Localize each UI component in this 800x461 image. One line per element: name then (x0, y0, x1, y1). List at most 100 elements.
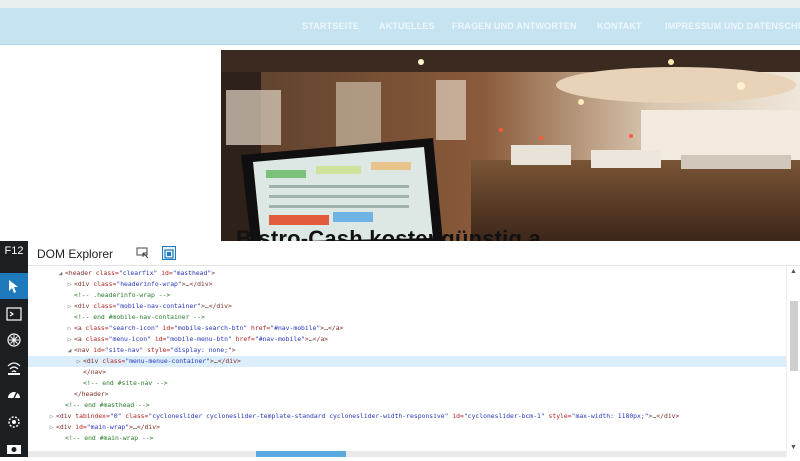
dom-token: "search-icon" (108, 324, 159, 332)
memory-tool[interactable] (0, 409, 28, 435)
dom-tree-row[interactable]: ▷ <div id="main-wrap">…</div> (28, 422, 789, 433)
collapsed-arrow-icon[interactable]: ▷ (65, 323, 74, 334)
expanded-arrow-icon[interactable]: ◢ (56, 268, 65, 279)
dom-token: </div> (136, 423, 160, 431)
f12-label: F12 (4, 245, 24, 257)
dom-token: "cycloneslider-bcm-1" (463, 412, 545, 420)
dom-tree-row[interactable]: <!-- .headerinfo-wrap --> (28, 290, 798, 301)
dom-token: <a (74, 335, 86, 343)
collapsed-arrow-icon[interactable]: ▷ (47, 411, 56, 422)
dom-tree-row[interactable]: <!-- end #main-wrap --> (28, 433, 798, 444)
debugger-tool[interactable] (0, 327, 28, 353)
select-element-button[interactable] (136, 246, 150, 260)
devtools-title: DOM Explorer (37, 247, 114, 261)
dom-token: class= (95, 269, 119, 277)
highlight-elements-button[interactable] (162, 246, 176, 260)
dom-token: "masthead" (172, 269, 212, 277)
dom-tree-row[interactable]: ▷ <div tabindex="0" class="cycloneslider … (28, 411, 789, 422)
restaurant-photo (221, 50, 800, 242)
dom-tree-row[interactable]: </nav> (28, 367, 798, 378)
collapsed-arrow-icon[interactable]: ▷ (74, 356, 83, 367)
dom-token: <!-- .headerinfo-wrap --> (74, 291, 171, 299)
dom-token: "0" (109, 412, 122, 420)
dom-tree-row[interactable]: </header> (28, 389, 798, 400)
dom-tree-row[interactable]: <!-- end #mobile-nav-container --> (28, 312, 798, 323)
dom-token: <!-- end #site-nav --> (83, 379, 168, 387)
network-icon (7, 362, 21, 375)
dom-token: <div (56, 412, 76, 420)
dom-token: <!-- end #masthead --> (65, 401, 150, 409)
dom-token: "menu-icon" (108, 335, 151, 343)
select-element-icon (136, 247, 149, 259)
dom-tree-row[interactable]: ◢ <nav id="site-nav" style="display: none… (28, 345, 798, 356)
nav-item-impressum[interactable]: IMPRESSUM UND DATENSCHU (665, 8, 800, 44)
dom-token: </div> (217, 357, 241, 365)
dom-token: class= (121, 412, 149, 420)
dom-token: class= (85, 335, 109, 343)
console-icon (6, 307, 22, 321)
highlight-icon (164, 249, 174, 259)
dom-token: </header> (74, 390, 109, 398)
scroll-up-arrow-icon[interactable]: ▲ (790, 268, 797, 275)
dom-token: <div (56, 423, 76, 431)
dom-token: > (231, 346, 236, 354)
browser-top-strip (0, 0, 800, 8)
dom-token: class= (102, 357, 126, 365)
network-tool[interactable] (0, 355, 28, 381)
dom-token: </a> (312, 335, 329, 343)
scroll-down-arrow-icon[interactable]: ▼ (790, 444, 797, 451)
dom-tree[interactable]: ◢ <header class="clearfix" id="masthead">… (28, 266, 798, 453)
dom-token: id= (158, 324, 175, 332)
dom-token: tabindex= (75, 412, 110, 420)
dom-token: href= (231, 335, 255, 343)
dom-token: </a> (328, 324, 344, 332)
dom-tree-row[interactable]: <!-- end #site-nav --> (28, 378, 798, 389)
dom-token: style= (544, 412, 572, 420)
dom-tree-row[interactable]: ▷ <div class="menu-menue-container">…</di… (28, 356, 798, 367)
site-navigation: STARTSEITE AKTUELLES FRAGEN UND ANTWORTE… (0, 8, 800, 45)
dom-tree-row[interactable]: ▷ <a class="menu-icon" id="mobile-menu-bt… (28, 334, 798, 345)
collapsed-arrow-icon[interactable]: ▷ (65, 301, 74, 312)
dom-token: "#nav-mobile" (270, 324, 321, 332)
devtools-panel: F12 DOM Explorer ◢ <header class="clearf… (0, 241, 800, 457)
dom-explorer-tool[interactable] (0, 273, 28, 299)
dom-token: class= (93, 280, 117, 288)
nav-item-aktuelles[interactable]: AKTUELLES (379, 8, 435, 44)
nav-item-kontakt[interactable]: KONTAKT (597, 8, 642, 44)
devtools-toolbar: F12 (0, 241, 28, 457)
dom-tree-row[interactable]: ▷ <div class="headerinfo-wrap">…</div> (28, 279, 798, 290)
collapsed-arrow-icon[interactable]: ▷ (65, 334, 74, 345)
emulation-tool[interactable] (0, 435, 28, 461)
collapsed-arrow-icon[interactable]: ▷ (47, 422, 56, 433)
dom-tree-row[interactable]: ◢ <header class="clearfix" id="masthead"> (28, 268, 798, 279)
scrollbar-thumb[interactable] (790, 301, 798, 371)
dom-token: <!-- end #main-wrap --> (65, 434, 154, 442)
dom-token: id= (448, 412, 464, 420)
dom-tree-row[interactable]: ▷ <a class="search-icon" id="mobile-searc… (28, 323, 798, 334)
dom-token: class= (85, 324, 109, 332)
dom-token: "mobile-search-btn" (174, 324, 248, 332)
dom-explorer-icon (9, 280, 18, 293)
gear-icon (8, 416, 20, 428)
dom-token: </div> (189, 280, 213, 288)
dom-token: "#nav-mobile" (254, 335, 305, 343)
dom-token: <div (83, 357, 103, 365)
dom-token: "site-nav" (104, 346, 144, 354)
dom-tree-scrollbar[interactable]: ▲ ▼ (786, 266, 800, 456)
devtools-bottom-bar (28, 451, 786, 457)
dom-tree-row[interactable]: <!-- end #masthead --> (28, 400, 798, 411)
console-tool[interactable] (0, 301, 28, 327)
dom-tree-row[interactable]: ▷ <div class="mobile-nav-container">…</di… (28, 301, 798, 312)
performance-tool[interactable] (0, 381, 28, 407)
dom-token: href= (247, 324, 271, 332)
nav-item-startseite[interactable]: STARTSEITE (302, 8, 359, 44)
bottom-tab-indicator[interactable] (256, 451, 346, 457)
dom-token: <header (65, 269, 96, 277)
dom-token: </div> (656, 412, 680, 420)
collapsed-arrow-icon[interactable]: ▷ (65, 279, 74, 290)
expanded-arrow-icon[interactable]: ◢ (65, 345, 74, 356)
dom-token: "menu-menue-container" (125, 357, 210, 365)
gauge-icon (8, 391, 20, 399)
dom-token: </nav> (83, 368, 107, 376)
nav-item-fragen-und-antworten[interactable]: FRAGEN UND ANTWORTEN (452, 8, 577, 44)
